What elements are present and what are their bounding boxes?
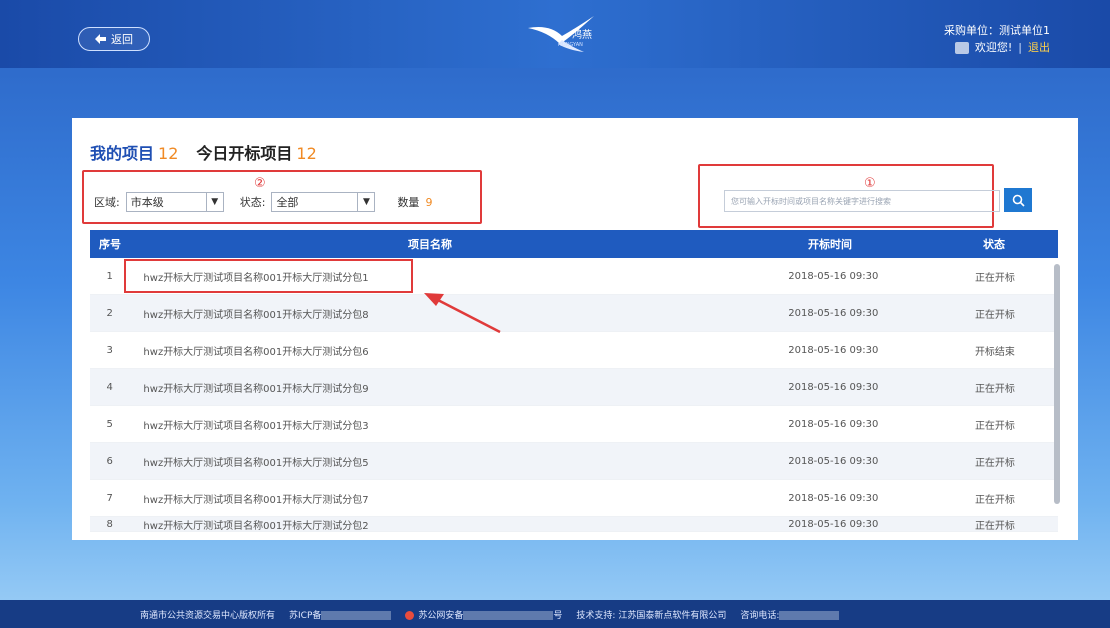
separator: | (1018, 41, 1022, 54)
footer-police: 苏公网安备号 (405, 608, 562, 621)
footer-support: 技术支持: 江苏国泰新点软件有限公司 (576, 610, 727, 621)
footer-phone: 咨询电话: (740, 608, 840, 621)
footer-icp: 苏ICP备 (289, 608, 392, 621)
logout-link[interactable]: 退出 (1028, 39, 1050, 56)
avatar (954, 41, 969, 54)
page-footer: 南通市公共资源交易中心版权所有 苏ICP备 苏公网安备号 技术支持: 江苏国泰新… (0, 600, 1110, 628)
footer-copyright: 南通市公共资源交易中心版权所有 (140, 610, 276, 621)
site-logo: 鸿燕 HONGYAN (528, 14, 598, 54)
user-info: 采购单位：测试单位1 欢迎您! | 退出 (944, 22, 1050, 56)
police-badge-icon (405, 610, 415, 620)
back-label: 返回 (111, 33, 133, 46)
unit-label: 采购单位：测试单位1 (944, 24, 1050, 37)
main-panel: 我的项目 12 今日开标项目 12 ② 区域: 市本级 ▼ 状态: 全部 ▼ 数量 … (72, 118, 1078, 540)
welcome-label: 欢迎您! (974, 41, 1013, 54)
red-arrow-icon (424, 293, 501, 334)
user-row: 欢迎您! | 退出 (944, 39, 1050, 56)
back-arrow-icon (95, 34, 106, 44)
top-header: 返回 鸿燕 HONGYAN 采购单位：测试单位1 欢迎您! | 退出 (0, 0, 1110, 68)
logo-text: 鸿燕 (572, 30, 592, 41)
logo-subtext: HONGYAN (558, 42, 583, 48)
back-button[interactable]: 返回 (78, 27, 150, 51)
